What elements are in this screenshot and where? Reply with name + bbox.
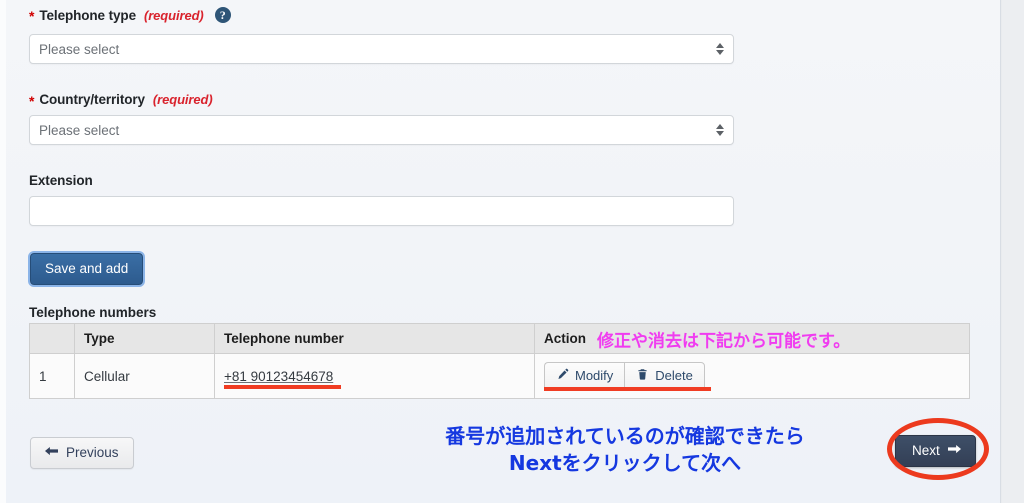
annotation-red-underline-actions <box>544 387 711 391</box>
country-territory-required-text: (required) <box>152 92 213 107</box>
telephone-numbers-table-wrap: Type Telephone number Action 修正や消去は下記から可… <box>29 323 970 399</box>
cell-action: Modify Delete <box>534 353 970 399</box>
country-territory-select-value: Please select <box>39 122 120 138</box>
required-star-icon: * <box>29 92 35 109</box>
table-body: 1 Cellular +81 90123454678 Modify Delete <box>29 353 970 399</box>
required-star-icon: * <box>29 8 35 24</box>
select-updown-arrows-icon <box>716 43 724 55</box>
save-and-add-button[interactable]: Save and add <box>30 253 144 285</box>
previous-button[interactable]: Previous <box>30 437 134 469</box>
annotation-magenta-note: 修正や消去は下記から可能です。 <box>597 331 851 351</box>
header-action-label: Action <box>544 331 586 346</box>
panel-right-gutter <box>1002 0 1024 503</box>
arrow-left-icon <box>45 445 58 460</box>
extension-label: Extension <box>29 173 93 188</box>
header-telephone-number: Telephone number <box>214 323 535 354</box>
country-territory-select[interactable]: Please select <box>29 115 734 145</box>
form-content: * Telephone type (required) ? Please sel… <box>29 0 989 503</box>
table-header-row: Type Telephone number Action 修正や消去は下記から可… <box>29 323 970 354</box>
modify-button-label: Modify <box>575 368 614 383</box>
table-row: 1 Cellular +81 90123454678 Modify Delete <box>29 353 970 399</box>
cell-telephone-number: +81 90123454678 <box>214 353 535 399</box>
telephone-type-required-text: (required) <box>143 7 204 23</box>
cell-index: 1 <box>29 353 75 399</box>
telephone-type-select[interactable]: Please select <box>29 34 734 64</box>
delete-button-label: Delete <box>655 368 693 383</box>
annotation-blue-note-line1: 番号が追加されているのが確認できたら <box>445 424 805 448</box>
telephone-number-link[interactable]: +81 90123454678 <box>224 369 333 384</box>
country-territory-label-row: * Country/territory (required) <box>29 92 213 109</box>
annotation-blue-note-line2: Nextをクリックして次へ <box>508 451 742 475</box>
telephone-numbers-table: Type Telephone number Action 修正や消去は下記から可… <box>29 323 970 399</box>
telephone-numbers-title: Telephone numbers <box>29 305 157 320</box>
select-updown-arrows-icon <box>716 124 724 136</box>
telephone-type-label-row: * Telephone type (required) ? <box>29 7 231 23</box>
screenshot-root: * Telephone type (required) ? Please sel… <box>0 0 1024 503</box>
table-head: Type Telephone number Action 修正や消去は下記から可… <box>29 323 970 354</box>
extension-input[interactable] <box>29 196 734 226</box>
previous-button-label: Previous <box>66 445 119 460</box>
cell-type: Cellular <box>74 353 215 399</box>
header-action: Action 修正や消去は下記から可能です。 <box>534 323 970 354</box>
country-territory-label: Country/territory <box>39 92 145 107</box>
question-mark-circle-icon[interactable]: ? <box>214 7 231 23</box>
telephone-type-label: Telephone type <box>39 7 136 23</box>
header-type: Type <box>74 323 215 354</box>
header-index <box>29 323 75 354</box>
annotation-red-ellipse-next <box>887 418 989 480</box>
annotation-blue-note: 番号が追加されているのが確認できたら Nextをクリックして次へ <box>390 423 860 477</box>
telephone-type-select-value: Please select <box>39 41 120 57</box>
pencil-icon <box>556 368 569 384</box>
extension-label-row: Extension <box>29 173 93 188</box>
trash-icon <box>636 368 649 384</box>
annotation-red-underline-phone <box>224 385 341 389</box>
